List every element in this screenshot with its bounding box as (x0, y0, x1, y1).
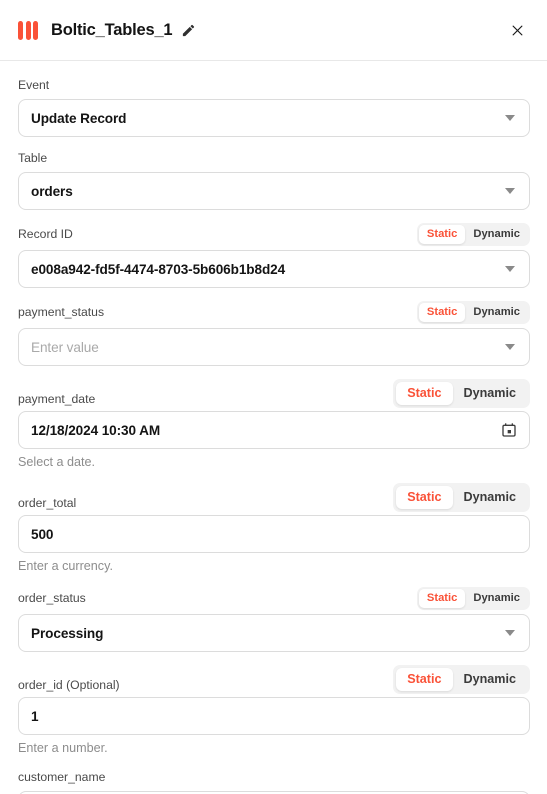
toggle-option-static[interactable]: Static (418, 589, 466, 608)
input-value: 500 (31, 526, 54, 542)
field-label: Record ID (18, 226, 73, 241)
toggle-option-dynamic[interactable]: Dynamic (453, 382, 528, 405)
toggle-option-static[interactable]: Static (396, 486, 453, 509)
form-field-table: Table orders (18, 150, 530, 210)
field-head: payment_status Static Dynamic (18, 301, 530, 328)
chevron-down-icon (505, 266, 515, 272)
select-control[interactable]: e008a942-fd5f-4474-8703-5b606b1b8d24 (18, 250, 530, 288)
form-body: Event Update Record Table orders Record ID St… (0, 61, 547, 794)
field-head: order_status Static Dynamic (18, 587, 530, 614)
modal-header: Boltic_Tables_1 (0, 0, 547, 61)
field-helper-text: Enter a currency. (18, 559, 113, 573)
toggle-option-static[interactable]: Static (418, 225, 466, 244)
field-label: customer_name (18, 770, 106, 784)
field-head: Event (18, 77, 530, 99)
select-control[interactable]: Processing (18, 614, 530, 652)
field-helper-text: Enter a number. (18, 741, 108, 755)
field-label: order_total (18, 496, 77, 510)
input-value: 1 (31, 708, 39, 724)
field-label: Table (18, 151, 48, 165)
field-head: order_id (Optional) Static Dynamic (18, 665, 530, 698)
close-icon[interactable] (504, 17, 530, 43)
field-head: order_total Static Dynamic (18, 483, 530, 516)
toggle-option-dynamic[interactable]: Dynamic (465, 225, 528, 244)
input-value: orders (31, 183, 73, 199)
form-field-order-id-optional: order_id (Optional) Static Dynamic 1 Enter a… (18, 665, 530, 756)
field-label: Event (18, 78, 50, 92)
static-dynamic-toggle[interactable]: Static Dynamic (416, 223, 530, 246)
calendar-icon[interactable] (501, 422, 517, 438)
chevron-down-icon (505, 188, 515, 194)
field-label: payment_date (18, 392, 96, 406)
chevron-down-icon (505, 115, 515, 121)
form-field-payment-status: payment_status Static Dynamic Enter value (18, 301, 530, 366)
input-value: Processing (31, 625, 104, 641)
pencil-icon[interactable] (181, 23, 196, 38)
static-dynamic-toggle[interactable]: Static Dynamic (416, 587, 530, 610)
toggle-option-static[interactable]: Static (418, 303, 466, 322)
field-head: customer_name (18, 769, 530, 791)
input-placeholder: Enter value (31, 339, 99, 355)
toggle-option-dynamic[interactable]: Dynamic (465, 589, 528, 608)
toggle-option-dynamic[interactable]: Dynamic (453, 486, 528, 509)
select-control[interactable]: orders (18, 172, 530, 210)
toggle-option-static[interactable]: Static (396, 668, 453, 691)
form-field-customer-name: customer_nameRobert KlusenerEnter a brie… (18, 769, 530, 794)
static-dynamic-toggle[interactable]: Static Dynamic (393, 483, 530, 512)
chevron-down-icon (505, 344, 515, 350)
field-helper-text: Select a date. (18, 455, 96, 469)
page-title: Boltic_Tables_1 (51, 20, 173, 39)
form-field-order-status: order_status Static Dynamic Processing (18, 587, 530, 652)
form-field-payment-date: payment_date Static Dynamic 12/18/2024 10:3… (18, 379, 530, 470)
text-input[interactable]: 500 (18, 515, 530, 553)
static-dynamic-toggle[interactable]: Static Dynamic (393, 379, 530, 408)
static-dynamic-toggle[interactable]: Static Dynamic (416, 301, 530, 324)
boltic-bars-icon (18, 20, 38, 40)
form-field-event: Event Update Record (18, 77, 530, 137)
input-value: 12/18/2024 10:30 AM (31, 422, 161, 438)
form-field-record-id: Record ID Static Dynamic e008a942-fd5f-4474… (18, 223, 530, 288)
static-dynamic-toggle[interactable]: Static Dynamic (393, 665, 530, 694)
input-value: Update Record (31, 110, 127, 126)
chevron-down-icon (505, 630, 515, 636)
field-head: Record ID Static Dynamic (18, 223, 530, 250)
text-input[interactable]: 1 (18, 697, 530, 735)
field-head: Table (18, 150, 530, 172)
input-value: e008a942-fd5f-4474-8703-5b606b1b8d24 (31, 261, 286, 277)
field-label: order_status (18, 590, 86, 605)
toggle-option-static[interactable]: Static (396, 382, 453, 405)
field-head: payment_date Static Dynamic (18, 379, 530, 412)
select-control[interactable]: Update Record (18, 99, 530, 137)
field-label: order_id (Optional) (18, 678, 120, 692)
toggle-option-dynamic[interactable]: Dynamic (465, 303, 528, 322)
field-label: payment_status (18, 304, 105, 319)
toggle-option-dynamic[interactable]: Dynamic (453, 668, 528, 691)
form-field-order-total: order_total Static Dynamic 500 Enter a curre… (18, 483, 530, 574)
date-input[interactable]: 12/18/2024 10:30 AM (18, 411, 530, 449)
select-control[interactable]: Enter value (18, 328, 530, 366)
